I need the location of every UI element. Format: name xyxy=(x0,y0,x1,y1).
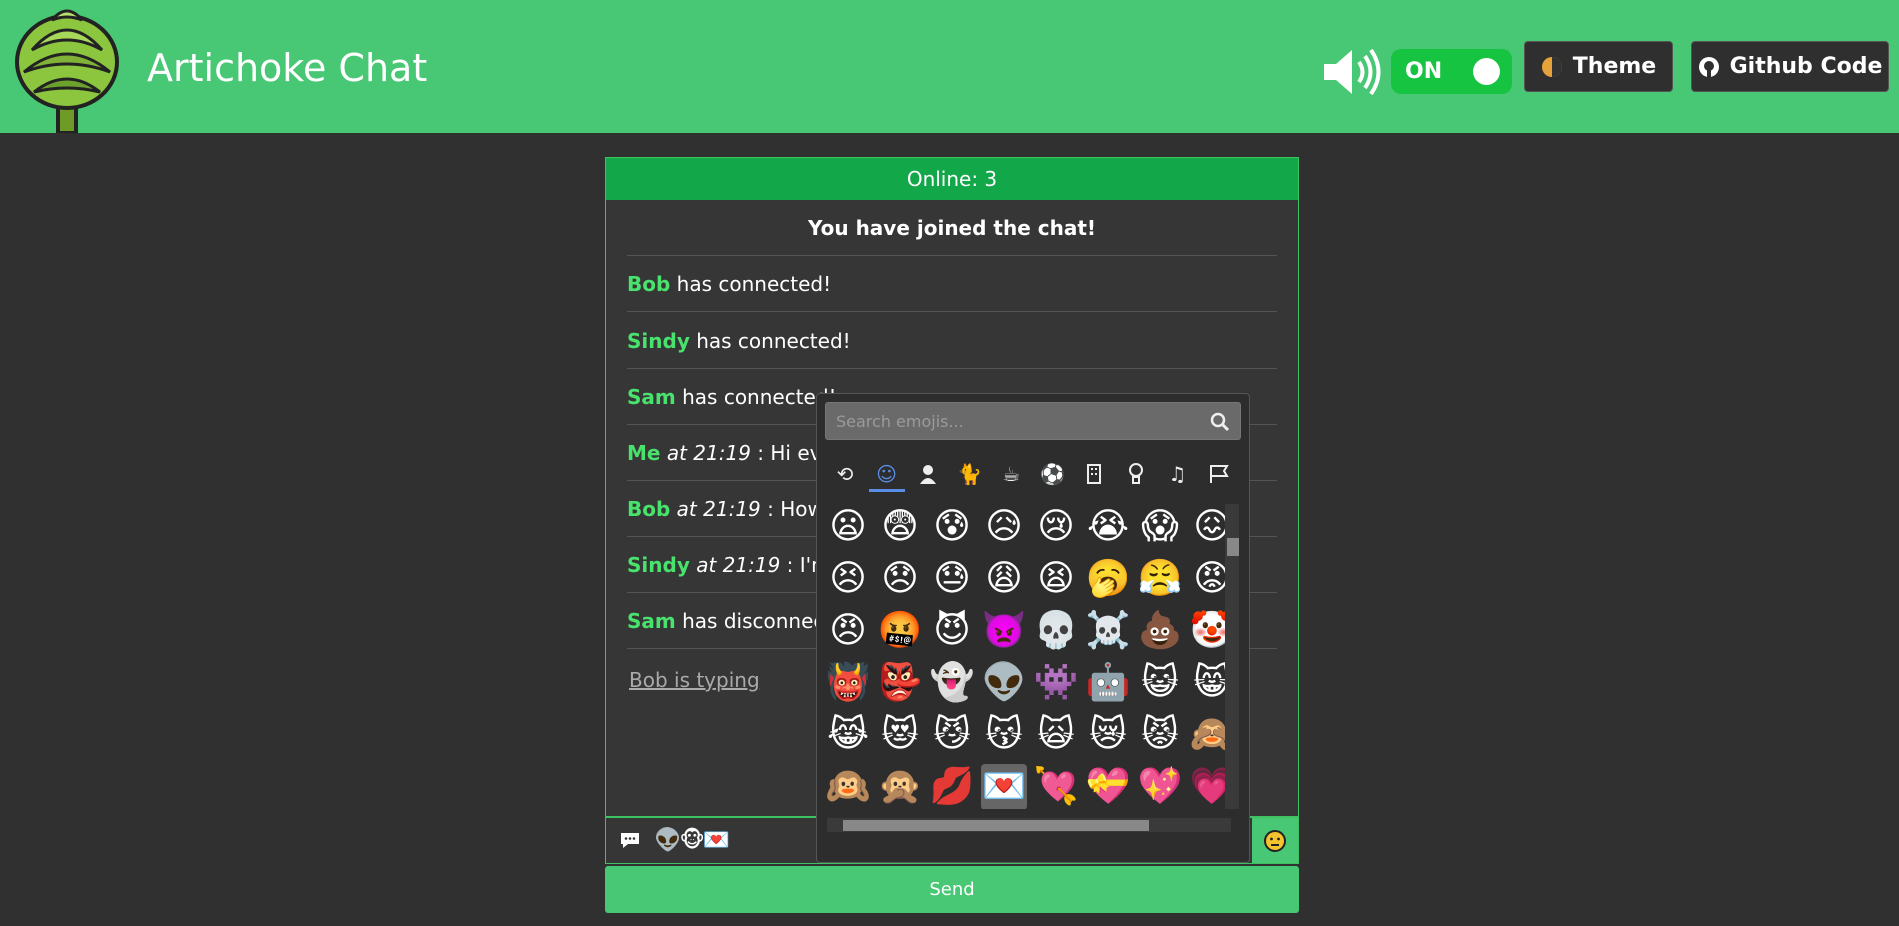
emoji-item[interactable]: 😹 xyxy=(825,712,871,758)
emoji-item[interactable]: 🤖 xyxy=(1085,660,1131,706)
emoji-item[interactable]: 😰 xyxy=(929,504,975,550)
symbol-icon[interactable]: ♫ xyxy=(1159,459,1195,489)
recent-icon[interactable]: ⟲ xyxy=(827,459,863,489)
emoji-item[interactable]: 👺 xyxy=(877,660,923,706)
emoji-item[interactable]: 😓 xyxy=(929,556,975,602)
theme-button-label: Theme xyxy=(1572,54,1657,79)
emoji-item[interactable]: 🙊 xyxy=(877,764,923,809)
message-input[interactable]: 👽🐵💌 xyxy=(654,828,730,853)
message-text: has connected! xyxy=(675,385,837,409)
message-author: Bob xyxy=(627,497,671,521)
emoji-item[interactable]: 👾 xyxy=(1033,660,1079,706)
emoji-item[interactable]: 👽 xyxy=(981,660,1027,706)
message-row: Bob has connected! xyxy=(627,256,1277,312)
emoji-item[interactable]: 😞 xyxy=(877,556,923,602)
emoji-item[interactable]: 💋 xyxy=(929,764,975,809)
emoji-item[interactable]: 😿 xyxy=(1085,712,1131,758)
emoji-item[interactable]: 👿 xyxy=(981,608,1027,654)
emoji-item[interactable]: 💝 xyxy=(1085,764,1131,809)
github-button-label: Github Code xyxy=(1729,54,1883,79)
emoji-item[interactable]: 😻 xyxy=(877,712,923,758)
toggle-label: ON xyxy=(1405,59,1443,84)
emoji-picker: Search emojis... ⟲ ☺ 🐈 ☕ ⚽ ♫ 😦 😨 😰 😥 😢 😭 😱 😖 😣 😞 😓… xyxy=(816,393,1250,863)
message-author: Sindy xyxy=(627,553,690,577)
emoji-item[interactable]: 😼 xyxy=(929,712,975,758)
emoji-item[interactable]: 😣 xyxy=(825,556,871,602)
emoji-item[interactable]: 💌 xyxy=(981,764,1027,809)
online-count: Online: 3 xyxy=(606,158,1298,200)
emoji-item[interactable]: 😢 xyxy=(1033,504,1079,550)
emoji-item[interactable]: 😫 xyxy=(1033,556,1079,602)
emoji-item[interactable]: 😭 xyxy=(1085,504,1131,550)
message-author: Sindy xyxy=(627,329,690,353)
emoji-item[interactable]: 💖 xyxy=(1137,764,1183,809)
emoji-picker-button[interactable] xyxy=(1252,818,1298,863)
sound-toggle[interactable]: ON xyxy=(1391,49,1512,94)
object-icon[interactable] xyxy=(1118,459,1154,489)
message-time: at 21:19 xyxy=(689,553,781,577)
emoji-item[interactable]: 🙀 xyxy=(1033,712,1079,758)
send-button[interactable]: Send xyxy=(605,866,1299,913)
scrollbar-thumb[interactable] xyxy=(843,820,1149,831)
emoji-item[interactable]: 😺 xyxy=(1137,660,1183,706)
search-placeholder: Search emojis... xyxy=(836,412,964,431)
person-icon[interactable] xyxy=(910,459,946,489)
artichoke-logo-icon xyxy=(15,9,119,133)
activity-icon[interactable]: ⚽ xyxy=(1035,459,1071,489)
smiley-icon xyxy=(1264,829,1286,852)
theme-icon xyxy=(1541,56,1562,77)
smiley-icon[interactable]: ☺ xyxy=(868,459,905,492)
app-title: Artichoke Chat xyxy=(147,46,428,90)
message-time: at 21:19 xyxy=(660,441,751,465)
emoji-item[interactable]: 😠 xyxy=(825,608,871,654)
chat-bubble-icon xyxy=(621,833,639,848)
app-header: Artichoke Chat ON Theme Github Code xyxy=(0,0,1899,133)
emoji-item[interactable]: 💘 xyxy=(1033,764,1079,809)
emoji-category-tabs: ⟲ ☺ 🐈 ☕ ⚽ ♫ xyxy=(827,459,1237,492)
food-icon[interactable]: ☕ xyxy=(993,459,1029,489)
animal-icon[interactable]: 🐈 xyxy=(952,459,988,489)
scrollbar-thumb[interactable] xyxy=(1227,538,1239,556)
emoji-item[interactable]: 🥱 xyxy=(1085,556,1131,602)
emoji-item[interactable]: 😦 xyxy=(825,504,871,550)
flag-icon[interactable] xyxy=(1201,459,1237,489)
emoji-item[interactable]: 🙉 xyxy=(825,764,871,809)
emoji-horizontal-scrollbar[interactable] xyxy=(827,818,1231,832)
emoji-item[interactable]: 😤 xyxy=(1137,556,1183,602)
emoji-item[interactable]: 💀 xyxy=(1033,608,1079,654)
emoji-item[interactable]: 😥 xyxy=(981,504,1027,550)
theme-button[interactable]: Theme xyxy=(1524,41,1673,92)
emoji-item[interactable]: 😈 xyxy=(929,608,975,654)
message-text: has connected! xyxy=(670,272,832,296)
emoji-item[interactable]: 😽 xyxy=(981,712,1027,758)
emoji-item[interactable]: 💩 xyxy=(1137,608,1183,654)
emoji-search-input[interactable]: Search emojis... xyxy=(825,402,1241,440)
emoji-item[interactable]: 😱 xyxy=(1137,504,1183,550)
toggle-knob xyxy=(1473,58,1500,85)
github-button[interactable]: Github Code xyxy=(1691,41,1889,92)
message-author: Bob xyxy=(627,272,671,296)
message-author: Sam xyxy=(627,609,676,633)
emoji-vertical-scrollbar[interactable] xyxy=(1225,504,1239,809)
emoji-item[interactable]: 👹 xyxy=(825,660,871,706)
emoji-item[interactable]: 😾 xyxy=(1137,712,1183,758)
message-text: has connected! xyxy=(689,329,851,353)
emoji-item[interactable]: ☠️ xyxy=(1085,608,1131,654)
typing-indicator: Bob is typing xyxy=(629,668,760,692)
joined-message: You have joined the chat! xyxy=(627,200,1277,256)
message-author: Me xyxy=(627,441,661,465)
emoji-item[interactable]: 😩 xyxy=(981,556,1027,602)
emoji-item[interactable]: 😨 xyxy=(877,504,923,550)
emoji-grid: 😦 😨 😰 😥 😢 😭 😱 😖 😣 😞 😓 😩 😫 🥱 😤 😡 😠 🤬 😈 👿 💀 ☠️ 💩 🤡 👹 👺 👻 👽 👾 🤖 😺 😸 😹 😻 😼 😽 🙀 😿 😾… xyxy=(825,504,1233,809)
search-icon xyxy=(1210,412,1230,432)
message-author: Sam xyxy=(627,385,676,409)
speaker-icon[interactable] xyxy=(1322,46,1382,98)
github-icon xyxy=(1698,56,1719,77)
building-icon[interactable] xyxy=(1076,459,1112,489)
emoji-item[interactable]: 👻 xyxy=(929,660,975,706)
message-time: at 21:19 xyxy=(670,497,761,521)
message-row: Sindy has connected! xyxy=(627,313,1277,369)
emoji-item[interactable]: 🤬 xyxy=(877,608,923,654)
